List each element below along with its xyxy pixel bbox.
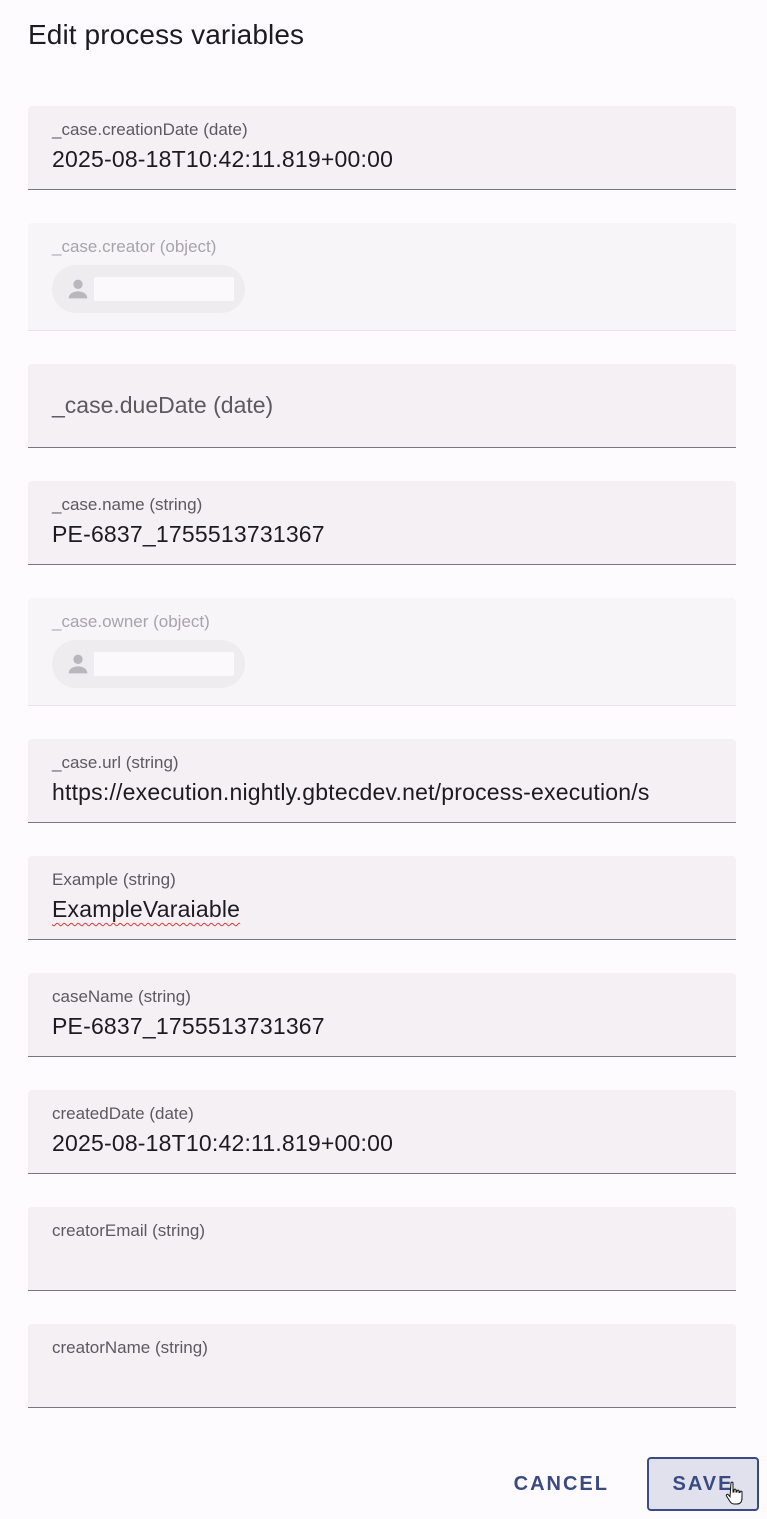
save-button[interactable]: SAVE xyxy=(647,1457,759,1511)
person-icon xyxy=(68,279,88,299)
field-case-due-date[interactable]: _case.dueDate (date) xyxy=(28,364,736,448)
field-label: caseName (string) xyxy=(52,987,191,1006)
user-chip-name-redacted xyxy=(94,652,234,676)
field-creator-email[interactable]: creatorEmail (string) xyxy=(28,1207,736,1291)
field-creator-name[interactable]: creatorName (string) xyxy=(28,1324,736,1408)
field-case-name[interactable]: _case.name (string) PE-6837_175551373136… xyxy=(28,481,736,565)
user-chip-name-redacted xyxy=(94,277,234,301)
field-case-url[interactable]: _case.url (string) https://execution.nig… xyxy=(28,739,736,823)
field-value[interactable]: https://execution.nightly.gbtecdev.net/p… xyxy=(52,779,712,806)
field-case-owner: _case.owner (object) xyxy=(28,598,736,706)
field-label: Example (string) xyxy=(52,870,176,889)
field-label: _case.creationDate (date) xyxy=(52,120,248,139)
field-label: _case.creator (object) xyxy=(52,237,217,256)
edit-process-variables-dialog: Edit process variables _case.creationDat… xyxy=(0,0,767,1519)
field-value[interactable]: ExampleVaraiable xyxy=(52,896,240,923)
field-example[interactable]: Example (string) ExampleVaraiable xyxy=(28,856,736,940)
field-value[interactable]: PE-6837_1755513731367 xyxy=(52,521,712,548)
user-chip xyxy=(52,640,245,688)
field-label: _case.name (string) xyxy=(52,495,203,514)
field-label: _case.url (string) xyxy=(52,753,179,772)
field-case-creation-date[interactable]: _case.creationDate (date) 2025-08-18T10:… xyxy=(28,106,736,190)
cancel-button[interactable]: CANCEL xyxy=(514,1473,609,1496)
field-value[interactable]: 2025-08-18T10:42:11.819+00:00 xyxy=(52,1130,712,1157)
field-case-creator: _case.creator (object) xyxy=(28,223,736,331)
field-case-name-variable[interactable]: caseName (string) PE-6837_1755513731367 xyxy=(28,973,736,1057)
dialog-actions: CANCEL SAVE xyxy=(514,1456,759,1512)
field-value[interactable]: 2025-08-18T10:42:11.819+00:00 xyxy=(52,146,712,173)
field-created-date[interactable]: createdDate (date) 2025-08-18T10:42:11.8… xyxy=(28,1090,736,1174)
field-label: _case.owner (object) xyxy=(52,612,210,631)
user-chip xyxy=(52,265,245,313)
field-value[interactable]: PE-6837_1755513731367 xyxy=(52,1013,712,1040)
field-label: createdDate (date) xyxy=(52,1104,194,1123)
field-label: _case.dueDate (date) xyxy=(52,392,274,418)
field-label: creatorEmail (string) xyxy=(52,1221,206,1240)
field-label: creatorName (string) xyxy=(52,1338,208,1357)
dialog-title: Edit process variables xyxy=(28,19,305,50)
person-icon xyxy=(68,654,88,674)
